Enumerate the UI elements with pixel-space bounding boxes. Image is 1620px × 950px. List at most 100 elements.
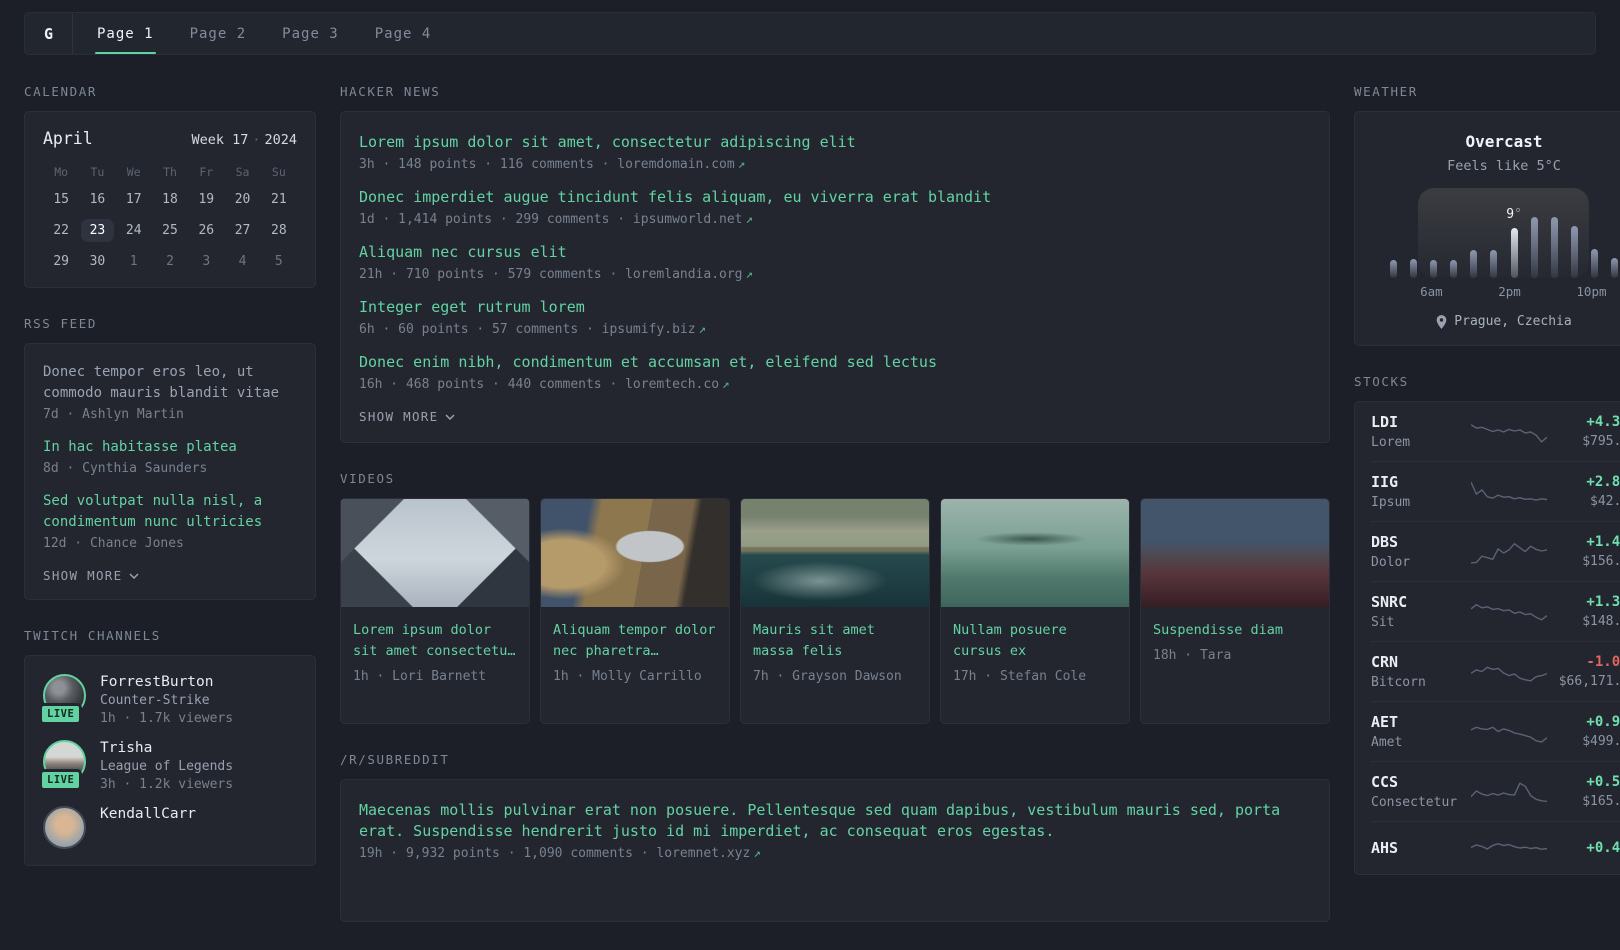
stock-row[interactable]: CCS Consectetur +0.51% $165.84 (1371, 762, 1620, 822)
weather-temp-bar (1429, 260, 1437, 278)
calendar-weekday: Th (163, 165, 177, 179)
hackernews-item-title[interactable]: Donec imperdiet augue tincidunt felis al… (359, 187, 1311, 208)
reddit-post: Maecenas mollis pulvinar erat non posuer… (359, 800, 1311, 861)
calendar-day: 3 (202, 254, 211, 269)
twitch-channel-row[interactable]: LIVE ForrestBurton Counter-Strike 1h · 1.7k… (39, 674, 297, 726)
weather-location-text: Prague, Czechia (1454, 314, 1572, 329)
stock-sparkline (1471, 666, 1547, 681)
video-thumbnail[interactable] (941, 499, 1129, 607)
calendar-day: 4 (238, 254, 247, 269)
weather-temp-bar (1409, 259, 1417, 278)
hackernews-item: Aliquam nec cursus elit 21h · 710 points … (359, 242, 1311, 282)
external-link-icon: ↗ (745, 266, 754, 281)
twitch-widget: LIVE ForrestBurton Counter-Strike 1h · 1.7k… (24, 655, 316, 866)
twitch-channel-row[interactable]: LIVE Trisha League of Legends 3h · 1.2k vie… (39, 740, 297, 792)
weather-hour-label: 2pm (1498, 284, 1521, 299)
stock-name: Consectetur (1371, 795, 1458, 810)
rss-item-title[interactable]: Sed volutpat nulla nisl, a condimentum n… (43, 491, 297, 533)
weather-bar-column (1383, 214, 1403, 278)
stock-row[interactable]: DBS Dolor +1.42% $156.28 (1371, 522, 1620, 582)
twitch-channel-meta: 1h · 1.7k viewers (100, 711, 234, 726)
hackernews-item-meta: 3h · 148 points · 116 comments · loremdo… (359, 156, 746, 172)
weather-widget: Overcast Feels like 5°C 9° 6am 2pm 10pm Pr… (1354, 111, 1620, 346)
calendar-day: 24 (125, 223, 142, 238)
hackernews-item-title[interactable]: Integer eget rutrum lorem (359, 297, 1311, 318)
stock-row[interactable]: SNRC Sit +1.36% $148.64 (1371, 582, 1620, 642)
calendar-day-grid: 15 16 17 18 19 20 21 22 23 24 25 26 27 28 29 30 1 2 3 4 5 (43, 184, 297, 277)
video-card-body: Nullam posuere cursus ex 17h · Stefan Col… (941, 607, 1129, 698)
video-meta: 1h · Molly Carrillo (553, 669, 702, 684)
video-title[interactable]: Suspendisse diam (1153, 620, 1317, 641)
calendar-month: April (43, 129, 93, 148)
reddit-widget: Maecenas mollis pulvinar erat non posuer… (340, 779, 1330, 922)
external-link-icon: ↗ (745, 211, 754, 226)
rss-show-more-button[interactable]: SHOW MORE (43, 568, 139, 583)
calendar-weekday: Tu (90, 165, 105, 179)
video-thumbnail[interactable] (1141, 499, 1329, 607)
video-card: Mauris sit amet massa felis 7h · Grayson … (740, 498, 930, 724)
reddit-post-title[interactable]: Maecenas mollis pulvinar erat non posuer… (359, 800, 1311, 842)
twitch-list: LIVE ForrestBurton Counter-Strike 1h · 1.7k… (39, 674, 297, 849)
hackernews-show-more-label: SHOW MORE (359, 409, 439, 424)
stock-price: $156.28 (1582, 554, 1620, 569)
stock-row[interactable]: AHS +0.46% (1371, 822, 1620, 874)
video-meta: 1h · Lori Barnett (353, 669, 487, 684)
hackernews-item-title[interactable]: Aliquam nec cursus elit (359, 242, 1311, 263)
rss-section-title: RSS FEED (24, 316, 98, 331)
weather-hour-label: 6am (1420, 284, 1443, 299)
video-thumbnail[interactable] (741, 499, 929, 607)
weather-bar-column (1403, 214, 1423, 278)
stock-info: CRN Bitcorn (1371, 653, 1471, 690)
hackernews-item-title[interactable]: Lorem ipsum dolor sit amet, consectetur … (359, 132, 1311, 153)
stocks-section-title: STOCKS (1354, 374, 1409, 389)
rss-show-more-label: SHOW MORE (43, 568, 123, 583)
video-title[interactable]: Aliquam tempor dolor nec pharetra… (553, 620, 717, 662)
app-logo: G (25, 13, 73, 54)
weather-hour-label (1539, 284, 1558, 299)
rss-item-meta: 8d · Cynthia Saunders (43, 461, 208, 476)
video-thumbnail[interactable] (541, 499, 729, 607)
stock-ticker: DBS (1371, 533, 1399, 551)
stock-row[interactable]: CRN Bitcorn -1.00% $66,171.48 (1371, 642, 1620, 702)
twitch-channel-category: League of Legends (100, 759, 234, 774)
calendar-day: 28 (271, 223, 287, 238)
video-title[interactable]: Lorem ipsum dolor sit amet consectetu… (353, 620, 517, 662)
weather-bar-column (1423, 214, 1443, 278)
rss-item-title[interactable]: In hac habitasse platea (43, 437, 297, 458)
calendar-day: 20 (234, 192, 251, 207)
stock-change: +2.84% (1586, 474, 1620, 490)
hackernews-item-title[interactable]: Donec enim nibh, condimentum et accumsan… (359, 352, 1311, 373)
stock-sparkline (1471, 542, 1547, 564)
calendar-weekday: We (126, 165, 141, 179)
stock-info: AHS (1371, 839, 1471, 857)
stock-row[interactable]: IIG Ipsum +2.84% $42.04 (1371, 462, 1620, 522)
rss-item-meta: 7d · Ashlyn Martin (43, 407, 184, 422)
avatar (43, 806, 86, 849)
external-link-icon: ↗ (737, 156, 746, 171)
stock-ticker: SNRC (1371, 593, 1408, 611)
tab-page-2[interactable]: Page 2 (188, 13, 249, 54)
calendar-day: 21 (271, 192, 287, 207)
stock-info: AET Amet (1371, 713, 1471, 750)
hackernews-show-more-button[interactable]: SHOW MORE (359, 409, 455, 424)
video-title[interactable]: Nullam posuere cursus ex (953, 620, 1117, 662)
tab-page-3[interactable]: Page 3 (280, 13, 341, 54)
weather-temp-bar (1591, 249, 1599, 278)
weather-temp-bar (1490, 250, 1498, 278)
reddit-post-meta-text: 19h · 9,932 points · 1,090 comments · lo… (359, 846, 751, 861)
weather-hour-label (1461, 284, 1480, 299)
nav-tabs: Page 1 Page 2 Page 3 Page 4 (73, 13, 433, 54)
tab-page-4[interactable]: Page 4 (373, 13, 434, 54)
tab-page-1[interactable]: Page 1 (95, 13, 156, 54)
stocks-section: STOCKS LDI Lorem +4.35% $795.18 IIG Ipsum +2.8… (1354, 374, 1620, 875)
stock-change: +0.46% (1586, 840, 1620, 856)
stock-row[interactable]: LDI Lorem +4.35% $795.18 (1371, 402, 1620, 462)
chevron-down-icon (129, 572, 139, 579)
right-column: WEATHER Overcast Feels like 5°C 9° 6am 2p… (1354, 84, 1620, 903)
video-title[interactable]: Mauris sit amet massa felis (753, 620, 917, 662)
stock-row[interactable]: AET Amet +0.92% $499.72 (1371, 702, 1620, 762)
rss-item-title[interactable]: Donec tempor eros leo, ut commodo mauris… (43, 362, 297, 404)
video-card: Nullam posuere cursus ex 17h · Stefan Col… (940, 498, 1130, 724)
video-thumbnail[interactable] (341, 499, 529, 607)
twitch-channel-row[interactable]: KendallCarr (43, 806, 297, 849)
